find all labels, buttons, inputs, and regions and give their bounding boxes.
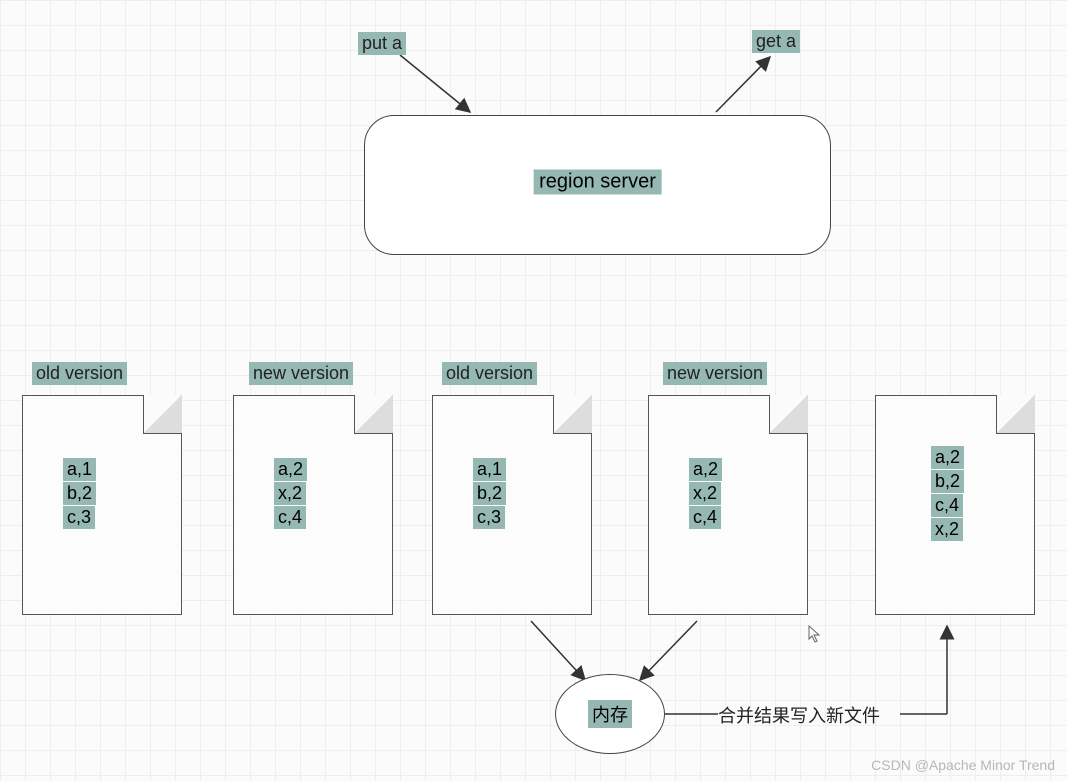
- doc1-data: a,1 b,2 c,3: [63, 458, 96, 530]
- doc2-data: a,2 x,2 c,4: [274, 458, 307, 530]
- get-a-label: get a: [752, 30, 800, 53]
- region-server-box: region server: [364, 115, 831, 255]
- memory-label: 内存: [588, 700, 632, 728]
- doc-old-2: a,1 b,2 c,3: [432, 395, 592, 615]
- doc3-version-label: old version: [442, 362, 537, 385]
- doc-new-2: a,2 x,2 c,4: [648, 395, 808, 615]
- doc2-version-label: new version: [249, 362, 353, 385]
- doc-old-1: a,1 b,2 c,3: [22, 395, 182, 615]
- doc4-version-label: new version: [663, 362, 767, 385]
- watermark-text: CSDN @Apache Minor Trend: [871, 757, 1055, 773]
- doc-merged: a,2 b,2 c,4 x,2: [875, 395, 1035, 615]
- region-server-label: region server: [533, 170, 662, 195]
- doc3-data: a,1 b,2 c,3: [473, 458, 506, 530]
- doc4-data: a,2 x,2 c,4: [689, 458, 722, 530]
- doc5-data: a,2 b,2 c,4 x,2: [931, 446, 964, 542]
- put-a-label: put a: [358, 32, 406, 55]
- memory-node: 内存: [555, 674, 665, 754]
- doc1-version-label: old version: [32, 362, 127, 385]
- doc-new-1: a,2 x,2 c,4: [233, 395, 393, 615]
- merge-result-text: 合并结果写入新文件: [718, 702, 880, 728]
- cursor-icon: [808, 625, 822, 646]
